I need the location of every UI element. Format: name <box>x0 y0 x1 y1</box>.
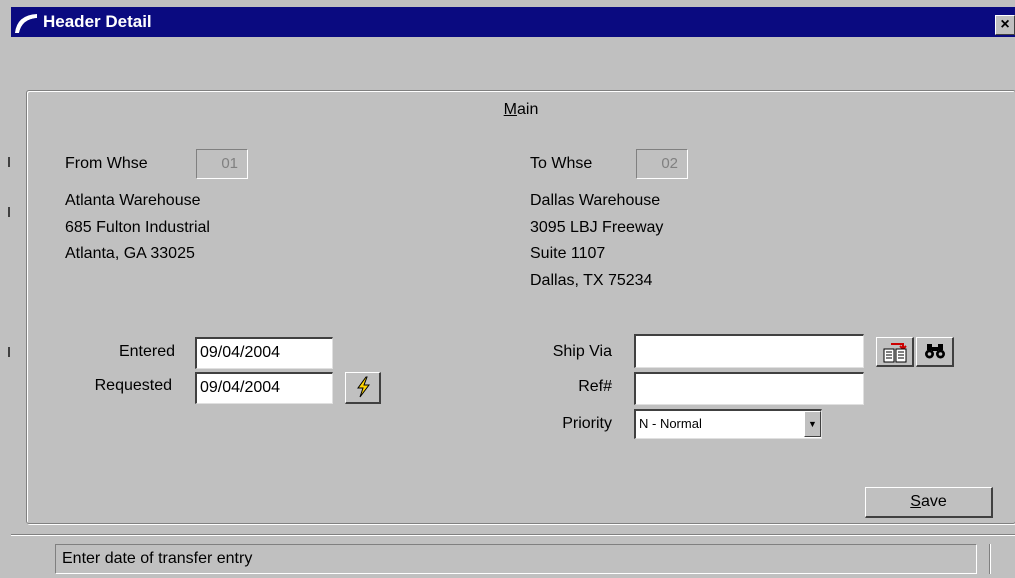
status-separator <box>989 544 991 574</box>
panel-title: Main <box>503 101 539 118</box>
entered-label: Entered <box>118 343 175 360</box>
from-whse-label: From Whse <box>65 155 148 172</box>
top-strip <box>0 0 1015 7</box>
address-line: Atlanta Warehouse <box>65 192 201 209</box>
main-panel: Main <box>26 90 1015 524</box>
priority-select[interactable]: N - Normal ▼ <box>634 409 822 439</box>
priority-label: Priority <box>562 415 612 432</box>
ship-via-input[interactable] <box>634 334 864 368</box>
from-whse-field: 01 <box>196 149 248 179</box>
address-line: 685 Fulton Industrial <box>65 218 210 236</box>
left-edge <box>0 37 11 578</box>
ship-via-list-button[interactable] <box>876 337 914 367</box>
title-bar[interactable]: Header Detail × <box>11 7 1015 37</box>
entered-date-input[interactable]: 09/04/2004 <box>195 337 333 369</box>
ref-input[interactable] <box>634 372 864 405</box>
app-icon <box>13 11 39 35</box>
ref-label: Ref# <box>578 378 612 395</box>
address-line: Dallas Warehouse <box>530 192 661 209</box>
status-divider <box>11 534 1015 536</box>
ship-via-search-button[interactable] <box>916 337 954 367</box>
edge-mark <box>8 207 10 217</box>
ship-via-label: Ship Via <box>552 343 612 360</box>
to-whse-label: To Whse <box>530 155 593 172</box>
window-title: Header Detail <box>43 12 152 31</box>
edge-mark <box>8 347 10 357</box>
binoculars-icon <box>923 344 947 367</box>
address-line: Atlanta, GA 33025 <box>65 245 195 262</box>
address-line: 3095 LBJ Freeway <box>530 218 664 236</box>
list-lookup-icon <box>881 343 909 368</box>
date-action-button[interactable] <box>345 372 381 404</box>
close-icon: × <box>1000 16 1010 33</box>
lightning-icon <box>351 376 375 403</box>
close-button[interactable]: × <box>995 15 1015 35</box>
priority-value: N - Normal <box>639 416 702 431</box>
address-line: Suite 1107 <box>530 245 606 262</box>
to-address: Dallas Warehouse 3095 LBJ Freeway Suite … <box>530 188 663 294</box>
status-bar: Enter date of transfer entry <box>55 544 977 574</box>
requested-label: Requested <box>94 377 172 394</box>
save-button[interactable]: Save <box>865 487 993 518</box>
from-address: Atlanta Warehouse 685 Fulton Industrial … <box>65 188 210 268</box>
address-line: Dallas, TX 75234 <box>530 271 653 289</box>
to-whse-field: 02 <box>636 149 688 179</box>
chevron-down-icon[interactable]: ▼ <box>804 411 821 437</box>
requested-date-input[interactable]: 09/04/2004 <box>195 372 333 404</box>
edge-mark <box>8 157 10 167</box>
